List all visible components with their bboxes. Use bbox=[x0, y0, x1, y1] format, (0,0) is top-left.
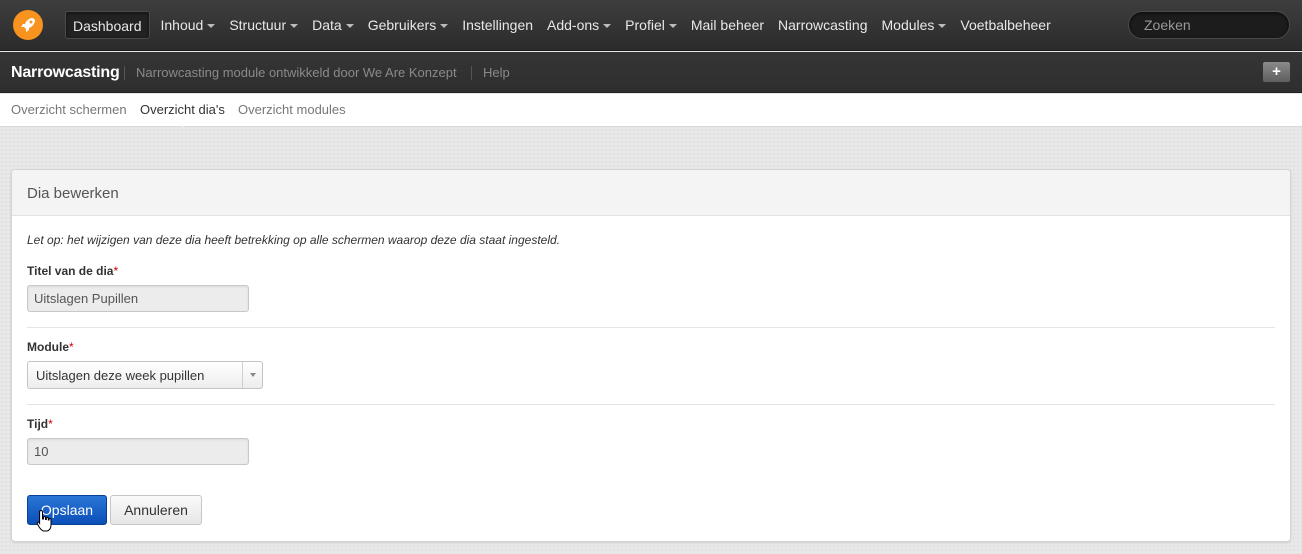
divider bbox=[27, 327, 1275, 328]
time-input[interactable] bbox=[27, 438, 249, 465]
title-input[interactable] bbox=[27, 285, 249, 312]
module-label: Module* bbox=[27, 340, 74, 354]
separator bbox=[124, 66, 125, 80]
nav-item-label: Structuur bbox=[229, 17, 287, 33]
nav-item-label: Instellingen bbox=[462, 17, 534, 33]
required-mark: * bbox=[69, 340, 74, 354]
title-label: Titel van de dia* bbox=[27, 264, 118, 278]
nav-item-label: Modules bbox=[881, 17, 935, 33]
caret-down-icon bbox=[440, 24, 449, 29]
nav-item-gebruikers[interactable]: Gebruikers bbox=[361, 11, 455, 39]
nav-item-add-ons[interactable]: Add-ons bbox=[540, 11, 618, 39]
panel-title: Dia bewerken bbox=[27, 185, 119, 202]
time-label-text: Tijd bbox=[27, 417, 49, 431]
sub-navigation: Overzicht schermen Overzicht dia's Overz… bbox=[0, 94, 1302, 127]
nav-item-label: Profiel bbox=[625, 17, 665, 33]
top-navbar: Dashboard Inhoud Structuur Data Gebruikers In… bbox=[0, 0, 1302, 51]
separator bbox=[471, 66, 472, 80]
nav-item-profiel[interactable]: Profiel bbox=[618, 11, 684, 39]
panel-header: Dia bewerken bbox=[12, 170, 1290, 216]
help-link[interactable]: Help bbox=[483, 65, 510, 80]
nav-item-label: Narrowcasting bbox=[778, 17, 868, 33]
required-mark: * bbox=[48, 417, 53, 431]
nav-item-label: Data bbox=[312, 17, 342, 33]
active-tab-pointer bbox=[176, 120, 190, 127]
notice-text: Let op: het wijzigen van deze dia heeft … bbox=[27, 233, 561, 247]
module-description: Narrowcasting module ontwikkeld door We … bbox=[136, 65, 457, 80]
nav-item-label: Dashboard bbox=[73, 18, 142, 34]
module-select-value: Uitslagen deze week pupillen bbox=[36, 368, 205, 383]
caret-down-icon bbox=[938, 24, 947, 29]
tab-overzicht-dias[interactable]: Overzicht dia's bbox=[140, 102, 225, 117]
time-label: Tijd* bbox=[27, 417, 53, 431]
nav-item-label: Gebruikers bbox=[367, 17, 437, 33]
rocket-logo-icon[interactable] bbox=[13, 10, 43, 40]
nav-item-label: Voetbalbeheer bbox=[960, 17, 1051, 33]
title-label-text: Titel van de dia bbox=[27, 264, 114, 278]
search-input[interactable] bbox=[1128, 11, 1290, 39]
module-header-bar: Narrowcasting Narrowcasting module ontwi… bbox=[0, 52, 1302, 93]
main-nav: Dashboard Inhoud Structuur Data Gebruikers In… bbox=[65, 11, 1058, 39]
tab-overzicht-modules[interactable]: Overzicht modules bbox=[238, 102, 346, 117]
module-select[interactable]: Uitslagen deze week pupillen bbox=[27, 361, 263, 389]
caret-down-icon bbox=[603, 24, 612, 29]
caret-down-icon bbox=[290, 24, 299, 29]
caret-down-icon bbox=[668, 24, 677, 29]
add-button[interactable]: + bbox=[1262, 61, 1291, 83]
divider bbox=[27, 404, 1275, 405]
nav-item-inhoud[interactable]: Inhoud bbox=[154, 11, 223, 39]
nav-item-dashboard[interactable]: Dashboard bbox=[65, 11, 150, 39]
caret-down-icon bbox=[345, 24, 354, 29]
chevron-down-icon bbox=[242, 362, 262, 388]
nav-item-instellingen[interactable]: Instellingen bbox=[455, 11, 540, 39]
required-mark: * bbox=[113, 264, 119, 278]
nav-item-mail-beheer[interactable]: Mail beheer bbox=[684, 11, 771, 39]
hand-cursor-icon bbox=[36, 509, 54, 536]
nav-item-modules[interactable]: Modules bbox=[875, 11, 954, 39]
nav-item-voetbalbeheer[interactable]: Voetbalbeheer bbox=[953, 11, 1057, 39]
cancel-button[interactable]: Annuleren bbox=[110, 495, 202, 525]
caret-down-icon bbox=[207, 24, 216, 29]
nav-item-structuur[interactable]: Structuur bbox=[222, 11, 305, 39]
module-label-text: Module bbox=[27, 340, 69, 354]
nav-item-data[interactable]: Data bbox=[305, 11, 361, 39]
nav-item-label: Add-ons bbox=[547, 17, 600, 33]
tab-overzicht-schermen[interactable]: Overzicht schermen bbox=[11, 102, 127, 117]
nav-item-label: Mail beheer bbox=[690, 17, 765, 33]
nav-item-label: Inhoud bbox=[160, 17, 204, 33]
edit-slide-panel: Dia bewerken Let op: het wijzigen van de… bbox=[11, 169, 1291, 542]
module-title: Narrowcasting bbox=[11, 64, 120, 81]
nav-item-narrowcasting[interactable]: Narrowcasting bbox=[771, 11, 874, 39]
